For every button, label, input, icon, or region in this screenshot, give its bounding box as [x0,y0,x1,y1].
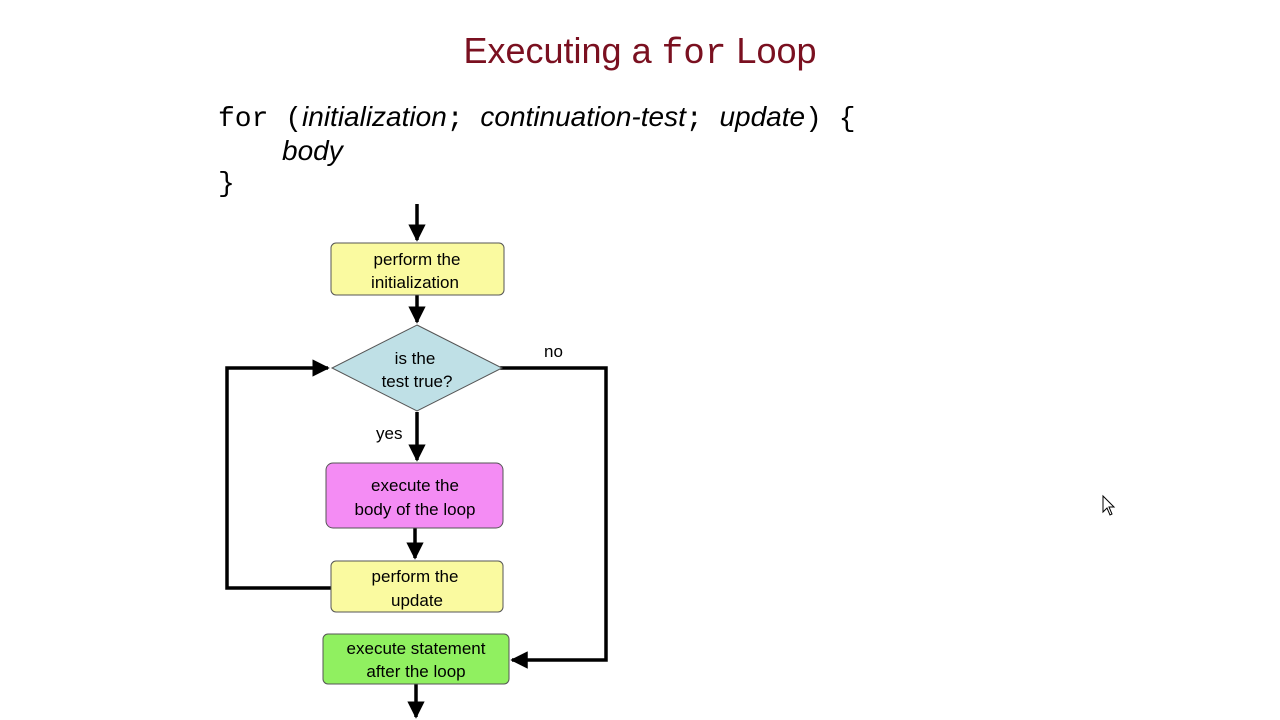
mouse-cursor-icon [1102,494,1116,516]
update-loopback-arrow [225,359,331,590]
init-text-line2: initialization [371,273,459,292]
body-text-line1: execute the [371,476,459,495]
after-text-line2: after the loop [366,662,465,681]
no-label: no [544,342,563,361]
init-text-line1: perform the [374,250,461,269]
after-text-line1: execute statement [347,639,486,658]
yes-label: yes [376,424,402,443]
update-text-line1: perform the [372,567,459,586]
test-diamond [330,324,504,412]
body-text-line2: body of the loop [355,500,476,519]
for-loop-flowchart: perform the initialization is the test t… [225,204,1116,719]
test-text-line1: is the [395,349,436,368]
no-branch-arrow [500,366,608,669]
update-text-line2: update [391,591,443,610]
test-text-line2: test true? [382,372,453,391]
